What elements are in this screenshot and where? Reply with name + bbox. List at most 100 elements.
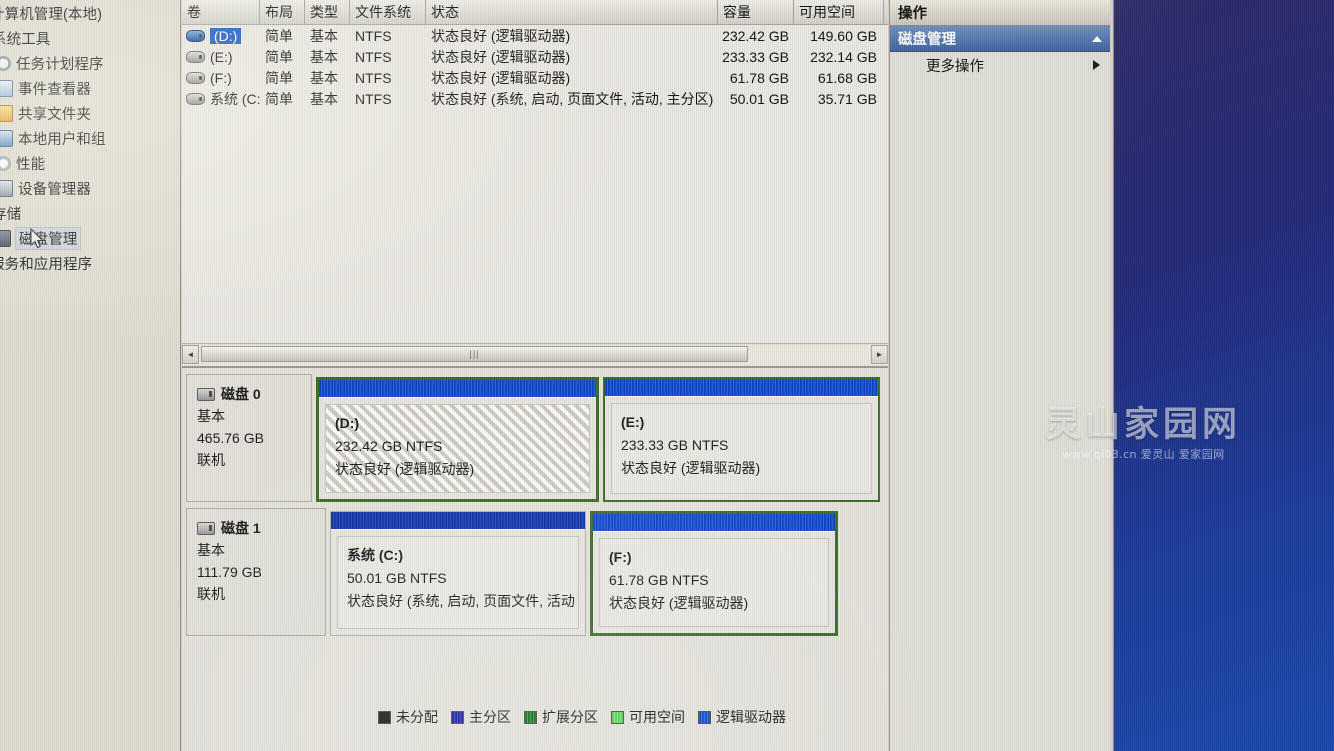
disk-row-0[interactable]: 磁盘 0 基本 465.76 GB 联机 (D:) 232.42 GB NTFS… xyxy=(186,374,884,502)
column-header-filesystem[interactable]: 文件系统 xyxy=(350,0,426,24)
partition-status: 状态良好 (系统, 启动, 页面文件, 活动 xyxy=(347,593,575,609)
tree-item-performance[interactable]: 性能 xyxy=(0,151,180,176)
legend-item-primary: 主分区 xyxy=(451,707,511,727)
table-row[interactable]: (E:) 简单 基本 NTFS 状态良好 (逻辑驱动器) 233.33 GB 2… xyxy=(182,46,888,67)
cell-type: 基本 xyxy=(310,27,338,44)
scroll-right-arrow-icon[interactable]: ► xyxy=(871,344,888,364)
table-row[interactable]: (D:) 简单 基本 NTFS 状态良好 (逻辑驱动器) 232.42 GB 1… xyxy=(182,25,888,46)
volume-list-pane[interactable]: 卷 布局 类型 文件系统 状态 容量 可用空间 (D:) 简单 基本 NTFS … xyxy=(182,0,888,366)
action-more-actions[interactable]: 更多操作 xyxy=(890,52,1110,78)
tree-item-label: 系统工具 xyxy=(0,32,51,48)
actions-pane[interactable]: 操作 磁盘管理 更多操作 xyxy=(889,0,1110,751)
cell-status: 状态良好 (系统, 启动, 页面文件, 活动, 主分区) xyxy=(431,90,714,107)
tree-item-task-scheduler[interactable]: 任务计划程序 xyxy=(0,51,180,76)
disk-info-0[interactable]: 磁盘 0 基本 465.76 GB 联机 xyxy=(186,374,312,502)
partition-details: (F:) 61.78 GB NTFS 状态良好 (逻辑驱动器) xyxy=(599,538,829,627)
console-tree-pane[interactable]: 计算机管理(本地) 系统工具 任务计划程序 事件查看器 共享文件夹 本地用户和组… xyxy=(0,0,181,751)
cell-volume-label: (F:) xyxy=(210,69,232,86)
tree-item-device-manager[interactable]: 设备管理器 xyxy=(0,176,180,201)
tree-item-services-and-applications[interactable]: 服务和应用程序 xyxy=(0,251,180,276)
column-header-status[interactable]: 状态 xyxy=(426,0,718,24)
volume-list-horizontal-scrollbar[interactable]: ◄ ||| ► xyxy=(182,343,888,364)
disk-state: 联机 xyxy=(197,586,225,602)
scroll-left-arrow-icon[interactable]: ◄ xyxy=(182,344,199,364)
tree-item-event-viewer[interactable]: 事件查看器 xyxy=(0,76,180,101)
cell-capacity: 50.01 GB xyxy=(729,90,789,107)
disk-info-1[interactable]: 磁盘 1 基本 111.79 GB 联机 xyxy=(186,508,326,636)
table-row[interactable]: 系统 (C:) 简单 基本 NTFS 状态良好 (系统, 启动, 页面文件, 活… xyxy=(182,88,888,109)
volume-list-body[interactable]: (D:) 简单 基本 NTFS 状态良好 (逻辑驱动器) 232.42 GB 1… xyxy=(182,25,888,109)
cell-capacity: 232.42 GB xyxy=(722,27,789,44)
tree-item-label: 设备管理器 xyxy=(18,182,91,198)
chevron-right-icon[interactable] xyxy=(1093,60,1100,70)
partition-details: 系统 (C:) 50.01 GB NTFS 状态良好 (系统, 启动, 页面文件… xyxy=(337,536,579,629)
scrollbar-track[interactable]: ||| xyxy=(199,344,871,364)
column-header-volume[interactable]: 卷 xyxy=(182,0,260,24)
users-icon xyxy=(0,130,13,147)
cell-capacity: 233.33 GB xyxy=(722,48,789,65)
tree-item-disk-management[interactable]: 磁盘管理 xyxy=(0,226,180,251)
tree-item-label: 计算机管理(本地) xyxy=(0,7,103,23)
partition-capacity-bar xyxy=(605,379,878,397)
cell-volume[interactable]: (D:) xyxy=(182,27,260,44)
disk-title-1: 磁盘 1 xyxy=(197,517,325,539)
partition-status: 状态良好 (逻辑驱动器) xyxy=(621,460,761,476)
tree-item-label: 本地用户和组 xyxy=(18,132,106,148)
disk-icon xyxy=(197,387,215,401)
table-row[interactable]: (F:) 简单 基本 NTFS 状态良好 (逻辑驱动器) 61.78 GB 61… xyxy=(182,67,888,88)
partition-status: 状态良好 (逻辑驱动器) xyxy=(609,595,749,611)
partition-c[interactable]: 系统 (C:) 50.01 GB NTFS 状态良好 (系统, 启动, 页面文件… xyxy=(330,511,586,636)
column-header-type[interactable]: 类型 xyxy=(305,0,350,24)
partition-size-fs: 61.78 GB NTFS xyxy=(609,572,709,588)
tree-item-label: 事件查看器 xyxy=(18,82,91,98)
cell-volume-label: (E:) xyxy=(210,48,233,65)
partition-name: (E:) xyxy=(621,414,645,430)
tree-item-label: 磁盘管理 xyxy=(14,227,82,250)
scrollbar-thumb[interactable]: ||| xyxy=(201,345,748,362)
tree-item-storage[interactable]: 存储 xyxy=(0,201,180,226)
volume-list-header[interactable]: 卷 布局 类型 文件系统 状态 容量 可用空间 xyxy=(182,0,888,25)
partition-d[interactable]: (D:) 232.42 GB NTFS 状态良好 (逻辑驱动器) xyxy=(316,377,599,502)
column-header-free-space[interactable]: 可用空间 xyxy=(794,0,884,24)
cell-volume[interactable]: (E:) xyxy=(182,49,260,65)
scrollbar-grip-icon: ||| xyxy=(469,348,480,359)
partition-capacity-bar xyxy=(593,514,835,532)
partition-name: (D:) xyxy=(335,415,360,431)
tree-item-label: 共享文件夹 xyxy=(18,107,91,123)
cell-layout: 简单 xyxy=(265,69,293,86)
legend-item-unallocated: 未分配 xyxy=(378,707,438,727)
disk-graphical-view[interactable]: 磁盘 0 基本 465.76 GB 联机 (D:) 232.42 GB NTFS… xyxy=(182,366,888,751)
computer-management-window: 计算机管理(本地) 系统工具 任务计划程序 事件查看器 共享文件夹 本地用户和组… xyxy=(0,0,1113,751)
folder-icon xyxy=(0,105,13,122)
tree-item-system-tools[interactable]: 系统工具 xyxy=(0,26,180,51)
legend-swatch-extended xyxy=(524,710,537,724)
cell-free-space: 35.71 GB xyxy=(817,90,877,107)
disk-1-partitions: 系统 (C:) 50.01 GB NTFS 状态良好 (系统, 启动, 页面文件… xyxy=(326,508,884,636)
cell-volume[interactable]: 系统 (C:) xyxy=(182,89,260,109)
disk-state: 联机 xyxy=(197,452,225,468)
actions-group-disk-management[interactable]: 磁盘管理 xyxy=(890,26,1110,52)
partition-f[interactable]: (F:) 61.78 GB NTFS 状态良好 (逻辑驱动器) xyxy=(590,511,838,636)
partition-e[interactable]: (E:) 233.33 GB NTFS 状态良好 (逻辑驱动器) xyxy=(603,377,880,502)
cell-volume-label: (D:) xyxy=(210,27,242,44)
cell-free-space: 232.14 GB xyxy=(810,48,877,65)
column-header-layout[interactable]: 布局 xyxy=(260,0,305,24)
disk-row-1[interactable]: 磁盘 1 基本 111.79 GB 联机 系统 (C:) 50.01 GB NT… xyxy=(186,508,884,636)
disk-size: 111.79 GB xyxy=(197,564,262,580)
legend-item-logical-drive: 逻辑驱动器 xyxy=(698,707,786,727)
tree-item-computer-management[interactable]: 计算机管理(本地) xyxy=(0,1,180,26)
legend-item-extended: 扩展分区 xyxy=(524,707,598,727)
column-header-capacity[interactable]: 容量 xyxy=(718,0,794,24)
cell-volume[interactable]: (F:) xyxy=(182,70,260,86)
cell-free-space: 149.60 GB xyxy=(810,27,877,44)
disk-title-0: 磁盘 0 xyxy=(197,383,311,405)
tree-item-local-users-and-groups[interactable]: 本地用户和组 xyxy=(0,126,180,151)
legend-label: 未分配 xyxy=(396,709,438,725)
chevron-up-icon[interactable] xyxy=(1092,35,1102,42)
cell-status: 状态良好 (逻辑驱动器) xyxy=(431,48,571,65)
tree-item-shared-folders[interactable]: 共享文件夹 xyxy=(0,101,180,126)
actions-header: 操作 xyxy=(890,0,1110,26)
performance-icon xyxy=(0,156,11,171)
partition-name: (F:) xyxy=(609,549,632,565)
partition-size-fs: 50.01 GB NTFS xyxy=(347,570,447,586)
